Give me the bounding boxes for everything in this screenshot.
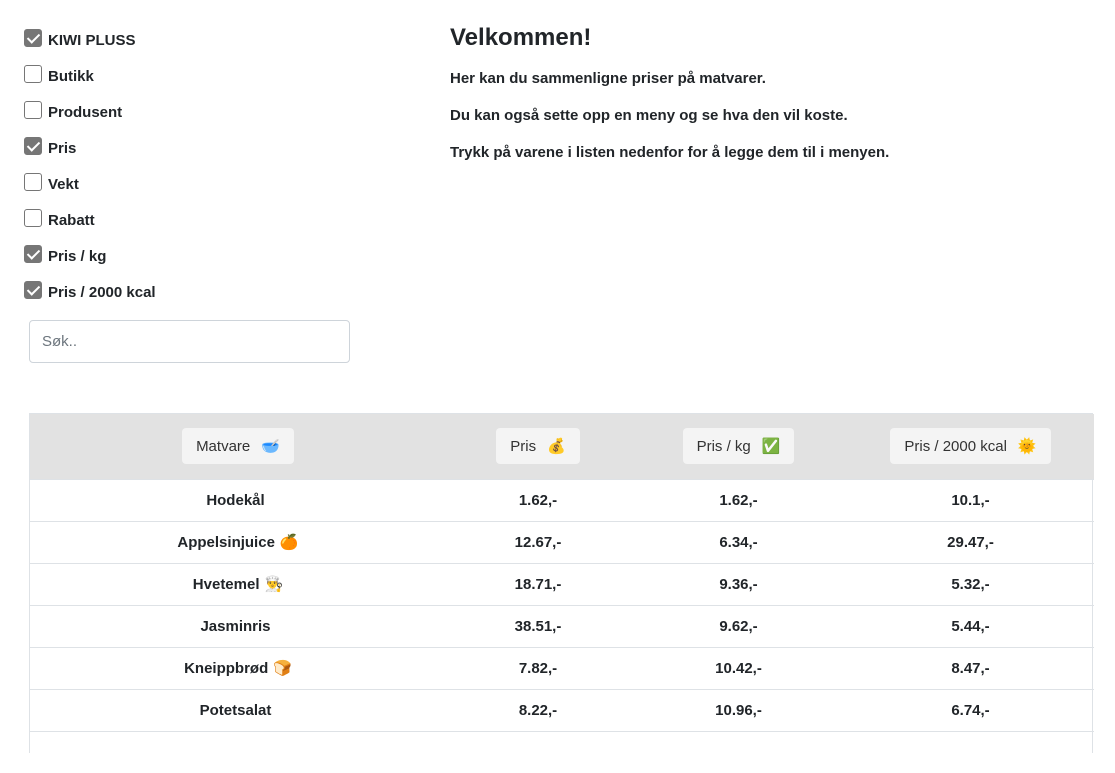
cell-matvare: Hvetemel 👨‍🍳	[30, 563, 446, 605]
table-header-row: Matvare 🥣 Pris 💰 Pris / kg ✅ Pris / 2000…	[30, 414, 1094, 479]
cell-pris: 8.22,-	[518, 701, 558, 719]
food-name: Appelsinjuice	[177, 534, 275, 551]
filter-checkbox[interactable]	[24, 65, 42, 83]
food-table-container: Matvare 🥣 Pris 💰 Pris / kg ✅ Pris / 2000…	[29, 413, 1094, 753]
column-filters: KIWI PLUSS Butikk Produsent Pris Vekt Ra…	[24, 20, 354, 308]
filter-checkbox[interactable]	[24, 137, 42, 155]
filter-label: Pris / kg	[48, 247, 107, 265]
sort-pris-kg-button[interactable]: Pris / kg ✅	[682, 428, 795, 465]
cell-pris-kcal: 5.44,-	[951, 617, 990, 635]
cell-matvare: Appelsinjuice 🍊	[30, 521, 446, 563]
food-table: Matvare 🥣 Pris 💰 Pris / kg ✅ Pris / 2000…	[30, 414, 1094, 773]
money-bag-icon: 💰	[547, 437, 566, 456]
filter-produsent[interactable]: Produsent	[24, 92, 354, 128]
table-row[interactable]: Hodekål 1.62,- 1.62,- 10.1,-	[30, 479, 1094, 521]
header-cell: Pris / 2000 kcal 🌞	[847, 414, 1094, 479]
cell-pris: 1.62,-	[518, 491, 558, 509]
filter-label: Produsent	[48, 103, 123, 121]
food-name: Potetsalat	[199, 702, 272, 719]
search-input[interactable]	[29, 320, 350, 363]
filter-checkbox[interactable]	[24, 281, 42, 299]
filter-rabatt[interactable]: Rabatt	[24, 200, 354, 236]
filter-label: KIWI PLUSS	[48, 31, 136, 49]
cell-pris: 12.67,-	[514, 533, 562, 551]
orange-icon: 🍊	[279, 533, 299, 551]
sort-pris-kcal-button[interactable]: Pris / 2000 kcal 🌞	[890, 428, 1051, 465]
table-row[interactable]: Jasminris 38.51,- 9.62,- 5.44,-	[30, 605, 1094, 647]
filter-checkbox[interactable]	[24, 173, 42, 191]
food-name: Kneippbrød	[184, 660, 269, 677]
filter-butikk[interactable]: Butikk	[24, 56, 354, 92]
filter-label: Pris / 2000 kcal	[48, 283, 156, 301]
table-row[interactable]: Kneippbrød 🍞 7.82,- 10.42,- 8.47,-	[30, 647, 1094, 689]
filter-label: Rabatt	[48, 211, 95, 229]
welcome-line: Her kan du sammenligne priser på matvare…	[450, 70, 766, 87]
header-cell: Pris / kg ✅	[630, 414, 847, 479]
table-row[interactable]: Appelsinjuice 🍊 12.67,- 6.34,- 29.47,-	[30, 521, 1094, 563]
welcome-section: Velkommen! Her kan du sammenligne priser…	[450, 24, 1090, 181]
cell-matvare: Potetsalat	[30, 689, 446, 731]
cell-pris-kg: 9.36,-	[719, 575, 758, 593]
filter-kiwi-pluss[interactable]: KIWI PLUSS	[24, 20, 354, 56]
cell-pris-kcal: 6.74,-	[951, 701, 990, 719]
welcome-line: Trykk på varene i listen nedenfor for å …	[450, 144, 890, 161]
cell-pris-kg: 10.42,-	[715, 659, 762, 677]
cell-pris: 7.82,-	[518, 659, 558, 677]
filter-label: Butikk	[48, 67, 94, 85]
filter-label: Vekt	[48, 175, 79, 193]
filter-checkbox[interactable]	[24, 209, 42, 227]
cell-pris-kg: 1.62,-	[719, 491, 758, 509]
food-name: Hodekål	[206, 492, 265, 509]
cell-pris-kg: 9.62,-	[719, 617, 758, 635]
filter-checkbox[interactable]	[24, 245, 42, 263]
table-row[interactable]: Potetsalat 8.22,- 10.96,- 6.74,-	[30, 689, 1094, 731]
sun-icon: 🌞	[1017, 437, 1037, 456]
cell-pris-kcal: 5.32,-	[951, 575, 990, 593]
table-row[interactable]: Hvetemel 👨‍🍳 18.71,- 9.36,- 5.32,-	[30, 563, 1094, 605]
filter-checkbox[interactable]	[24, 101, 42, 119]
cell-pris: 18.71,-	[514, 575, 562, 593]
cell-pris-kcal: 10.1,-	[951, 491, 990, 509]
header-label: Pris / 2000 kcal	[904, 437, 1007, 455]
filter-pris[interactable]: Pris	[24, 128, 354, 164]
sort-matvare-button[interactable]: Matvare 🥣	[182, 428, 294, 465]
filter-label: Pris	[48, 139, 77, 157]
cell-pris-kcal: 29.47,-	[947, 533, 994, 551]
header-cell: Pris 💰	[446, 414, 630, 479]
cell-pris-kg: 10.96,-	[715, 701, 762, 719]
welcome-line: Du kan også sette opp en meny og se hva …	[450, 107, 848, 124]
food-name: Hvetemel	[192, 576, 260, 593]
cell-pris-kcal: 8.47,-	[951, 659, 990, 677]
filter-pris-kg[interactable]: Pris / kg	[24, 236, 354, 272]
bowl-icon: 🥣	[261, 437, 280, 456]
cell-pris: 38.51,-	[514, 617, 562, 635]
header-cell: Matvare 🥣	[30, 414, 446, 479]
check-mark-icon: ✅	[761, 437, 781, 456]
cell-pris-kg: 6.34,-	[719, 533, 758, 551]
filter-vekt[interactable]: Vekt	[24, 164, 354, 200]
filter-pris-2000-kcal[interactable]: Pris / 2000 kcal	[24, 272, 354, 308]
welcome-title: Velkommen!	[450, 24, 592, 51]
sort-pris-button[interactable]: Pris 💰	[496, 428, 580, 465]
header-label: Pris	[510, 437, 537, 455]
cell-matvare: Hodekål	[30, 479, 446, 521]
filter-checkbox[interactable]	[24, 29, 42, 47]
header-label: Pris / kg	[696, 437, 751, 455]
bread-icon: 🍞	[273, 659, 292, 677]
table-row[interactable]	[30, 731, 1094, 773]
cook-icon: 👨‍🍳	[264, 575, 284, 593]
food-name: Jasminris	[200, 618, 271, 635]
cell-matvare: Kneippbrød 🍞	[30, 647, 446, 689]
cell-matvare: Jasminris	[30, 605, 446, 647]
header-label: Matvare	[196, 437, 251, 455]
